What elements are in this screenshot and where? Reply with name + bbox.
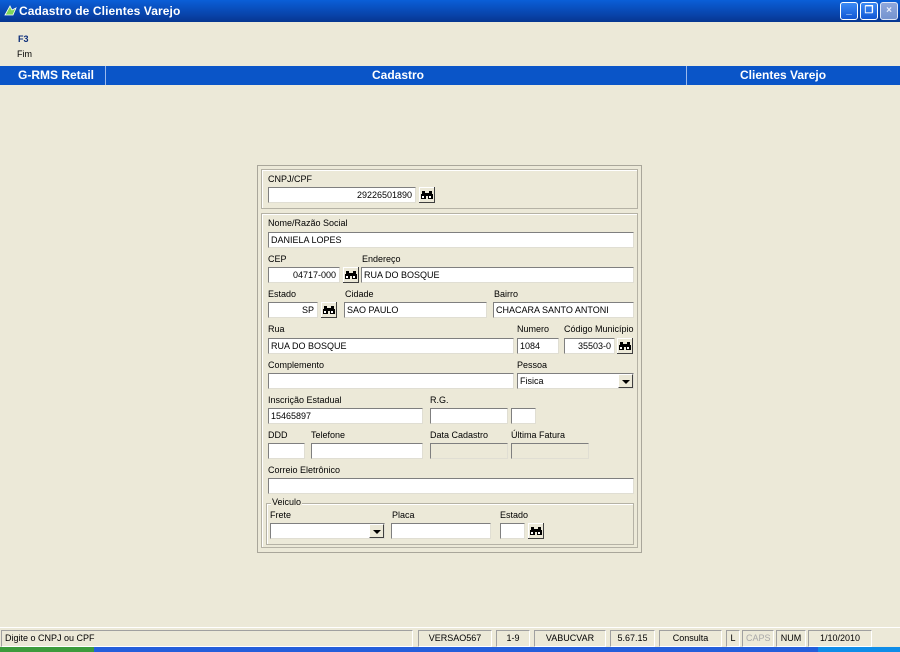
cnpj-label: CNPJ/CPF bbox=[268, 174, 313, 184]
status-range: 1-9 bbox=[496, 630, 530, 647]
ddd-input[interactable] bbox=[268, 443, 305, 459]
cidade-label: Cidade bbox=[345, 289, 374, 299]
ultima-fatura-input bbox=[511, 443, 589, 459]
email-label: Correio Eletrônico bbox=[268, 465, 341, 475]
cep-search-binoculars-icon[interactable] bbox=[343, 267, 359, 283]
app-icon bbox=[4, 5, 17, 16]
endereco-input[interactable]: RUA DO BOSQUE bbox=[361, 267, 634, 283]
chevron-down-icon[interactable] bbox=[369, 524, 384, 538]
status-l-indicator: L bbox=[726, 630, 740, 647]
numero-input[interactable]: 1084 bbox=[517, 338, 559, 354]
header-module: Cadastro bbox=[372, 68, 425, 82]
email-input[interactable] bbox=[268, 478, 634, 494]
cnpj-group: CNPJ/CPF 29226501890 bbox=[261, 169, 638, 209]
complemento-label: Complemento bbox=[268, 360, 325, 370]
veiculo-estado-input[interactable] bbox=[500, 523, 525, 539]
telefone-input[interactable] bbox=[311, 443, 423, 459]
rua-input[interactable]: RUA DO BOSQUE bbox=[268, 338, 514, 354]
veiculo-group: Veiculo Frete Placa Estado bbox=[266, 497, 634, 545]
cnpj-input[interactable]: 29226501890 bbox=[268, 187, 416, 203]
placa-label: Placa bbox=[392, 510, 415, 520]
pessoa-value: Fisica bbox=[520, 376, 544, 386]
data-cadastro-label: Data Cadastro bbox=[430, 430, 489, 440]
rua-label: Rua bbox=[268, 324, 285, 334]
window-title: Cadastro de Clientes Varejo bbox=[19, 4, 181, 18]
estado-input[interactable]: SP bbox=[268, 302, 318, 318]
veiculo-estado-label: Estado bbox=[500, 510, 529, 520]
codmun-input[interactable]: 35503-0 bbox=[564, 338, 615, 354]
minimize-button[interactable]: _ bbox=[840, 2, 858, 20]
placa-input[interactable] bbox=[391, 523, 491, 539]
client-data-group: Nome/Razão Social DANIELA LOPES CEP 0471… bbox=[261, 213, 638, 548]
estado-search-binoculars-icon[interactable] bbox=[321, 302, 337, 318]
rg-input[interactable] bbox=[430, 408, 508, 424]
cnpj-search-binoculars-icon[interactable] bbox=[419, 187, 435, 203]
pessoa-label: Pessoa bbox=[517, 360, 548, 370]
header-screen: Clientes Varejo bbox=[740, 68, 827, 82]
veiculo-legend: Veiculo bbox=[271, 497, 303, 507]
title-bar[interactable]: Cadastro de Clientes Varejo _ ❐ × bbox=[0, 0, 900, 22]
cep-label: CEP bbox=[268, 254, 287, 264]
bairro-label: Bairro bbox=[494, 289, 519, 299]
codmun-label: Código Município bbox=[564, 324, 634, 334]
status-build: 5.67.15 bbox=[610, 630, 655, 647]
maximize-button[interactable]: ❐ bbox=[860, 2, 878, 20]
rg-uf-input[interactable] bbox=[511, 408, 536, 424]
pessoa-select[interactable]: Fisica bbox=[517, 373, 634, 389]
cep-input[interactable]: 04717-000 bbox=[268, 267, 340, 283]
close-button[interactable]: × bbox=[880, 2, 898, 20]
cidade-input[interactable]: SAO PAULO bbox=[344, 302, 487, 318]
ultima-fatura-label: Última Fatura bbox=[511, 430, 566, 440]
nome-input[interactable]: DANIELA LOPES bbox=[268, 232, 634, 248]
bairro-input[interactable]: CHACARA SANTO ANTONI bbox=[493, 302, 634, 318]
frete-select[interactable] bbox=[270, 523, 385, 539]
status-version: VERSAO567 bbox=[418, 630, 492, 647]
client-form: CNPJ/CPF 29226501890 Nome/Razão Social D… bbox=[257, 165, 642, 553]
status-num-indicator: NUM bbox=[776, 630, 806, 647]
status-caps-indicator: CAPS bbox=[742, 630, 774, 647]
status-program: VABUCVAR bbox=[534, 630, 606, 647]
ie-input[interactable]: 15465897 bbox=[268, 408, 423, 424]
veiculo-estado-search-binoculars-icon[interactable] bbox=[528, 523, 544, 539]
status-message: Digite o CNPJ ou CPF bbox=[1, 630, 413, 647]
header-app-name: G-RMS Retail bbox=[18, 68, 95, 82]
chevron-down-icon[interactable] bbox=[618, 374, 633, 388]
f3-key-label[interactable]: F3 bbox=[18, 34, 29, 44]
data-cadastro-input bbox=[430, 443, 508, 459]
status-date: 1/10/2010 bbox=[808, 630, 872, 647]
complemento-input[interactable] bbox=[268, 373, 514, 389]
codmun-search-binoculars-icon[interactable] bbox=[617, 338, 633, 354]
status-mode: Consulta bbox=[659, 630, 722, 647]
status-bar: Digite o CNPJ ou CPF VERSAO567 1-9 VABUC… bbox=[0, 627, 900, 647]
endereco-label: Endereço bbox=[362, 254, 401, 264]
ddd-label: DDD bbox=[268, 430, 288, 440]
header-bar: G-RMS Retail Cadastro Clientes Varejo bbox=[0, 66, 900, 85]
system-tray bbox=[818, 647, 900, 652]
telefone-label: Telefone bbox=[311, 430, 346, 440]
start-button[interactable] bbox=[0, 647, 94, 652]
fim-action[interactable]: Fim bbox=[17, 49, 32, 59]
ie-label: Inscrição Estadual bbox=[268, 395, 342, 405]
nome-label: Nome/Razão Social bbox=[268, 218, 348, 228]
numero-label: Numero bbox=[517, 324, 550, 334]
rg-label: R.G. bbox=[430, 395, 449, 405]
frete-label: Frete bbox=[270, 510, 292, 520]
taskbar bbox=[0, 647, 900, 652]
estado-label: Estado bbox=[268, 289, 297, 299]
